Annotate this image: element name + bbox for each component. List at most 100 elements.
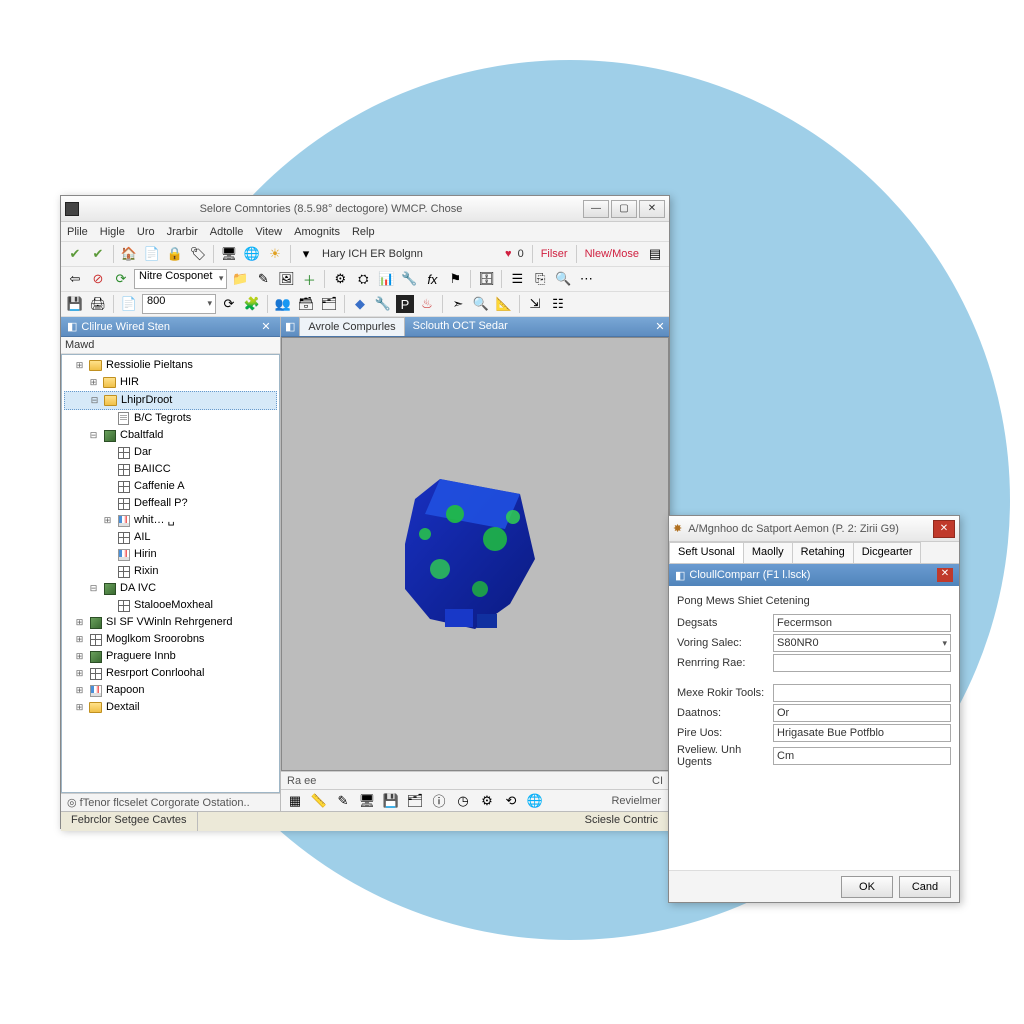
- pin-icon[interactable]: ◧: [67, 320, 77, 333]
- menu-item[interactable]: Uro: [137, 226, 155, 238]
- tree-item[interactable]: ⊞Praguere Innb: [64, 648, 277, 665]
- cancel-icon[interactable]: ⊘: [88, 269, 108, 289]
- tree-item[interactable]: ⊟Cbaltfald: [64, 427, 277, 444]
- bottom-tab[interactable]: Febrclor Setgee Cavtes: [61, 812, 198, 831]
- tree-item[interactable]: ⊞Rapoon: [64, 682, 277, 699]
- field-input[interactable]: Cm: [773, 747, 951, 765]
- bottom-tab[interactable]: Sciesle Contric: [575, 812, 669, 831]
- wrench-icon[interactable]: 🔧: [373, 294, 393, 314]
- twisty-icon[interactable]: ⊞: [74, 632, 85, 647]
- diamond-icon[interactable]: ◆: [350, 294, 370, 314]
- menu-item[interactable]: Relp: [352, 226, 375, 238]
- cancel-button[interactable]: Cand: [899, 876, 951, 898]
- twisty-icon[interactable]: ⊟: [89, 393, 100, 408]
- tree-item[interactable]: Hirin: [64, 546, 277, 563]
- new-label[interactable]: Nlew/Mose: [582, 248, 642, 260]
- twisty-icon[interactable]: ⊞: [74, 666, 85, 681]
- tree-item[interactable]: ⊟LhiprDroot: [64, 391, 277, 410]
- close-button[interactable]: ✕: [639, 200, 665, 218]
- gear-icon[interactable]: ⚙: [477, 791, 497, 811]
- menu-item[interactable]: Higle: [100, 226, 125, 238]
- save-icon[interactable]: 💾: [381, 791, 401, 811]
- screen-icon[interactable]: 🖥: [219, 244, 239, 264]
- people-icon[interactable]: 👥: [273, 294, 293, 314]
- field-input[interactable]: [773, 654, 951, 672]
- field-input[interactable]: S80NR0: [773, 634, 951, 652]
- tree-item[interactable]: StalooeMoxheal: [64, 597, 277, 614]
- clock-icon[interactable]: ◷: [453, 791, 473, 811]
- tab-viewport[interactable]: Sclouth OCT Sedar: [405, 317, 516, 336]
- tree-item[interactable]: ⊟DA IVC: [64, 580, 277, 597]
- menu-item[interactable]: Plile: [67, 226, 88, 238]
- menu-item[interactable]: Vitew: [255, 226, 282, 238]
- tool-icon[interactable]: 📐: [494, 294, 514, 314]
- close-tab-icon[interactable]: ✕: [651, 317, 669, 336]
- menu-item[interactable]: Adtolle: [210, 226, 244, 238]
- tool-icon[interactable]: ➣: [448, 294, 468, 314]
- tool-icon[interactable]: 🧩: [242, 294, 262, 314]
- combo-zoom[interactable]: 800: [142, 294, 216, 314]
- globe-icon[interactable]: 🌐: [242, 244, 262, 264]
- tool-icon[interactable]: 🔧: [399, 269, 419, 289]
- sun-icon[interactable]: ☀: [265, 244, 285, 264]
- dialog-titlebar[interactable]: ✸ A/Mgnhoo dc Satport Aemon (P. 2: Zirii…: [669, 516, 959, 542]
- db-icon[interactable]: 🗄: [476, 269, 496, 289]
- doc-icon[interactable]: 📄: [119, 294, 139, 314]
- layers-icon[interactable]: 🗂: [405, 791, 425, 811]
- tree-item[interactable]: Dar: [64, 444, 277, 461]
- layers-icon[interactable]: 🗂: [319, 294, 339, 314]
- close-panel-icon[interactable]: ✕: [258, 320, 274, 334]
- tab-viewport[interactable]: Avrole Compurles: [299, 317, 404, 336]
- twisty-icon[interactable]: ⊞: [74, 615, 85, 630]
- tag-icon[interactable]: 🏷: [188, 244, 208, 264]
- flag-icon[interactable]: ⚑: [445, 269, 465, 289]
- filter-label[interactable]: Filser: [538, 248, 571, 260]
- tree-item[interactable]: ⊞Resrport Conrloohal: [64, 665, 277, 682]
- tool-icon[interactable]: 🏠: [119, 244, 139, 264]
- field-input[interactable]: [773, 684, 951, 702]
- menu-item[interactable]: Amognits: [294, 226, 340, 238]
- section-close-icon[interactable]: ✕: [937, 568, 953, 582]
- tree-item[interactable]: BAIICC: [64, 461, 277, 478]
- field-input[interactable]: Hrigasate Bue Potfblo: [773, 724, 951, 742]
- tree-item[interactable]: Caffenie A: [64, 478, 277, 495]
- lock-icon[interactable]: 🔒: [165, 244, 185, 264]
- twisty-icon[interactable]: ⊟: [88, 581, 99, 596]
- menu-item[interactable]: Jrarbir: [167, 226, 198, 238]
- back-icon[interactable]: ⇦: [65, 269, 85, 289]
- dialog-tab[interactable]: Maolly: [743, 542, 793, 563]
- twisty-icon[interactable]: ⊞: [88, 375, 99, 390]
- field-input[interactable]: Or: [773, 704, 951, 722]
- tool-icon[interactable]: ⚙: [330, 269, 350, 289]
- tool-icon[interactable]: 📄: [142, 244, 162, 264]
- save-icon[interactable]: 💾: [65, 294, 85, 314]
- twisty-icon[interactable]: ⊞: [74, 358, 85, 373]
- tree-item[interactable]: Deffeall P?: [64, 495, 277, 512]
- search-icon[interactable]: 🔍: [553, 269, 573, 289]
- tree-item[interactable]: ⊞Moglkom Sroorobns: [64, 631, 277, 648]
- tree-item[interactable]: AIL: [64, 529, 277, 546]
- dialog-close-button[interactable]: ✕: [933, 520, 955, 538]
- export-icon[interactable]: ⇲: [525, 294, 545, 314]
- chart-icon[interactable]: 📊: [376, 269, 396, 289]
- maximize-button[interactable]: ▢: [611, 200, 637, 218]
- check2-icon[interactable]: ✔: [88, 244, 108, 264]
- ok-button[interactable]: OK: [841, 876, 893, 898]
- project-tree[interactable]: ⊞Ressiolie Pieltans⊞HIR⊟LhiprDrootB/C Te…: [61, 354, 280, 793]
- picture-icon[interactable]: 🖼: [276, 269, 296, 289]
- folder-icon[interactable]: 📁: [230, 269, 250, 289]
- 3d-viewport[interactable]: [281, 337, 669, 771]
- twisty-icon[interactable]: ⊞: [74, 683, 85, 698]
- dialog-tab[interactable]: Retahing: [792, 542, 854, 563]
- check-icon[interactable]: ✔: [65, 244, 85, 264]
- db-icon[interactable]: 🗃: [296, 294, 316, 314]
- zoom-icon[interactable]: 🔍: [471, 294, 491, 314]
- dialog-tab[interactable]: Seft Usonal: [669, 542, 744, 563]
- dialog-tab[interactable]: Dicgearter: [853, 542, 922, 563]
- tree-item[interactable]: ⊞HIR: [64, 374, 277, 391]
- globe-icon[interactable]: 🌐: [525, 791, 545, 811]
- combo-scope[interactable]: Nitre Cosponet: [134, 269, 227, 289]
- twisty-icon[interactable]: ⊞: [74, 700, 85, 715]
- print-icon[interactable]: 🖨: [88, 294, 108, 314]
- fire-icon[interactable]: ♨: [417, 294, 437, 314]
